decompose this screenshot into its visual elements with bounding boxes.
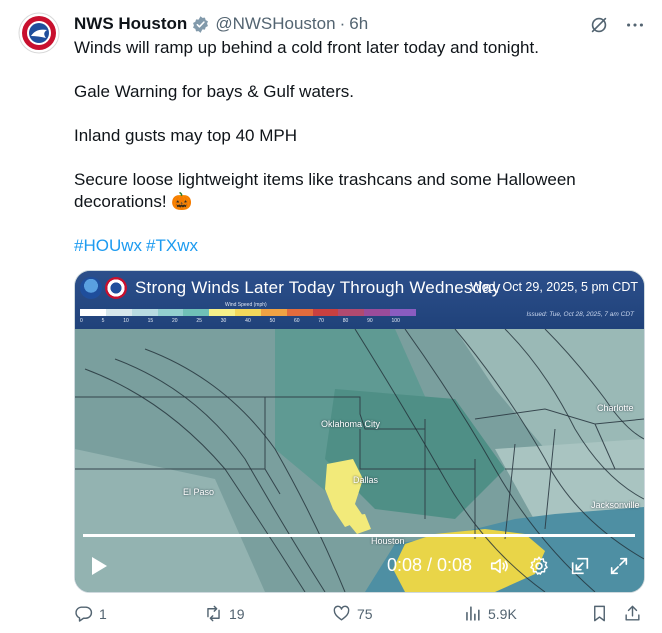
repost-count: 19 <box>229 605 245 622</box>
legend-tick: 15 <box>147 318 154 324</box>
legend-tick: 30 <box>220 318 227 324</box>
video-player[interactable]: Strong Winds Later Today Through Wednesd… <box>74 270 645 593</box>
views-icon <box>466 606 480 621</box>
legend-swatch <box>131 309 158 316</box>
legend-swatch <box>364 309 391 316</box>
hashtags: #HOUwx #TXwx <box>74 235 634 257</box>
view-count: 5.9K <box>488 605 517 622</box>
video-progress-fill <box>83 534 635 537</box>
noaa-logo-icon <box>80 277 102 299</box>
wind-map: Oklahoma City Dallas El Paso Houston Cha… <box>75 328 644 592</box>
like-button[interactable]: 75 <box>332 604 373 623</box>
city-label-jacksonville: Jacksonville <box>591 500 640 510</box>
reply-count: 1 <box>99 605 107 622</box>
tweet-actions: 1 19 75 5.9K <box>74 604 644 628</box>
legend-tick: 40 <box>245 318 251 324</box>
legend-swatch <box>235 309 261 316</box>
views-button[interactable]: 5.9K <box>463 604 517 623</box>
legend-title: Wind Speed (mph) <box>225 302 267 308</box>
bookmark-icon <box>594 605 605 622</box>
video-timecode: 0:08 / 0:08 <box>387 555 473 575</box>
tweet-text: Winds will ramp up behind a cold front l… <box>74 37 634 257</box>
share-icon <box>625 605 640 621</box>
volume-button[interactable] <box>489 555 511 577</box>
fullscreen-icon <box>610 557 628 575</box>
settings-button[interactable] <box>528 555 550 577</box>
avatar[interactable] <box>18 12 60 54</box>
legend-tick: 90 <box>367 318 373 324</box>
legend-swatch <box>157 309 184 316</box>
legend-swatch <box>209 309 236 316</box>
wind-legend-bar <box>80 309 416 316</box>
legend-swatch <box>338 309 365 316</box>
video-banner: Strong Winds Later Today Through Wednesd… <box>75 271 644 329</box>
tweet-line: Gale Warning for bays & Gulf waters. <box>74 82 354 101</box>
pip-button[interactable] <box>569 555 591 577</box>
heart-icon <box>333 605 350 621</box>
repost-icon <box>207 605 220 622</box>
tweet-header: NWS Houston @NWSHouston · 6h <box>74 12 368 36</box>
legend-swatch <box>390 309 416 316</box>
legend-swatch <box>105 309 132 316</box>
legend-tick: 5 <box>101 318 105 324</box>
reply-icon <box>75 606 93 622</box>
legend-tick: 10 <box>123 318 129 324</box>
author-handle[interactable]: @NWSHouston <box>215 14 335 34</box>
city-label-el-paso: El Paso <box>183 487 215 497</box>
tweet-line: Winds will ramp up behind a cold front l… <box>74 38 539 57</box>
author-name[interactable]: NWS Houston <box>74 14 187 34</box>
reply-button[interactable]: 1 <box>74 604 107 623</box>
legend-swatch <box>260 309 287 316</box>
legend-tick: 20 <box>172 318 178 324</box>
gear-icon <box>530 556 548 575</box>
nws-logo-icon <box>18 12 60 54</box>
play-button[interactable] <box>89 555 109 577</box>
legend-tick: 60 <box>293 318 300 324</box>
wind-map-graphic <box>75 328 644 592</box>
hashtag-houwx[interactable]: #HOUwx <box>74 236 142 255</box>
legend-tick: 25 <box>196 318 202 324</box>
video-date: Wed, Oct 29, 2025, 5 pm CDT <box>470 280 638 294</box>
play-icon <box>92 557 107 575</box>
fullscreen-button[interactable] <box>608 555 630 577</box>
legend-tick: 0 <box>80 318 83 324</box>
legend-tick: 70 <box>318 318 324 324</box>
city-label-houston: Houston <box>371 536 405 546</box>
legend-tick: 80 <box>342 318 349 324</box>
share-button[interactable] <box>623 604 648 623</box>
video-title: Strong Winds Later Today Through Wednesd… <box>135 278 501 297</box>
legend-swatch <box>286 309 313 316</box>
tweet-line: Inland gusts may top 40 MPH <box>74 126 298 145</box>
legend-swatch <box>80 309 106 316</box>
volume-icon <box>490 558 508 574</box>
verified-badge-icon[interactable] <box>191 15 210 34</box>
issued-text: Issued: Tue, Oct 28, 2025, 7 am CDT <box>526 311 634 318</box>
city-label-charlotte: Charlotte <box>597 403 634 413</box>
legend-swatch <box>183 309 210 316</box>
hashtag-txwx[interactable]: #TXwx <box>146 236 198 255</box>
tweet-line: Secure loose lightweight items like tras… <box>74 170 576 189</box>
video-progress-bar[interactable] <box>83 534 635 537</box>
legend-tick: 50 <box>269 318 276 324</box>
timestamp[interactable]: 6h <box>349 14 368 34</box>
legend-tick: 100 <box>391 318 400 324</box>
separator: · <box>339 14 346 33</box>
nws-logo-icon <box>105 277 127 299</box>
top-actions <box>588 14 646 36</box>
grok-icon[interactable] <box>588 14 610 36</box>
picture-in-picture-icon <box>571 557 589 575</box>
more-icon[interactable] <box>624 14 646 36</box>
bookmark-button[interactable] <box>590 604 615 623</box>
city-label-dallas: Dallas <box>353 475 379 485</box>
repost-button[interactable]: 19 <box>204 604 245 623</box>
agency-logos <box>80 277 127 299</box>
city-label-oklahoma-city: Oklahoma City <box>321 419 381 429</box>
wind-legend-ticks: 0 5 10 15 20 25 30 40 50 60 70 80 90 100 <box>80 318 400 324</box>
tweet-line: decorations! 🎃 <box>74 192 193 211</box>
legend-swatch <box>312 309 339 316</box>
like-count: 75 <box>357 605 373 622</box>
